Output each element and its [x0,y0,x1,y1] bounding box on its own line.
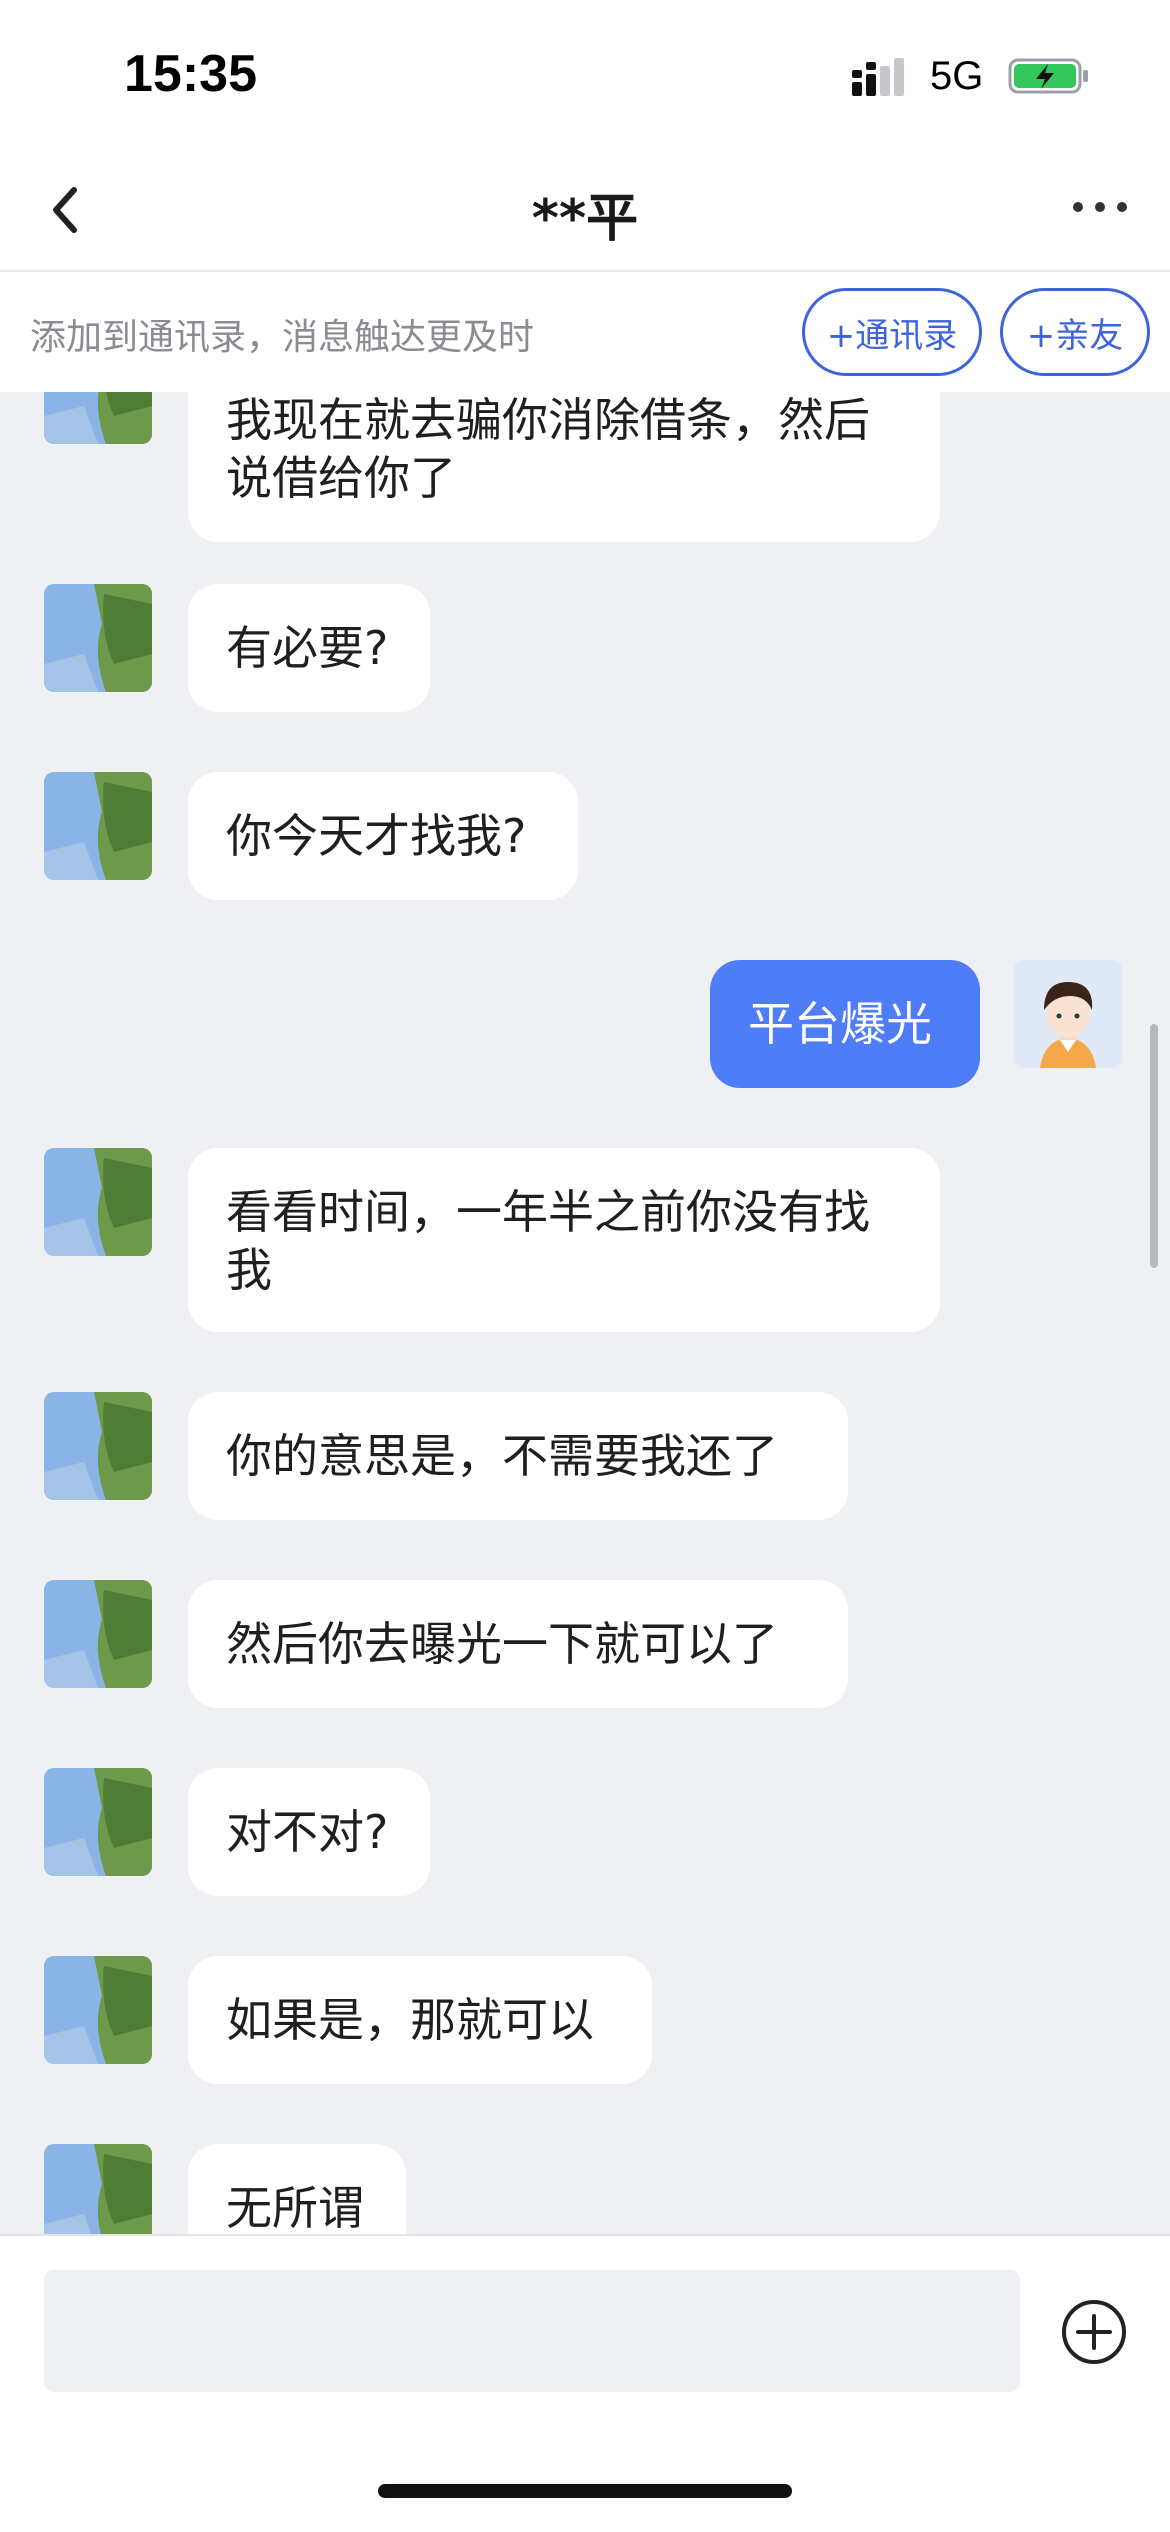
status-bar: 15:35 5G [0,0,1170,150]
plus-circle-icon[interactable] [1060,2298,1128,2366]
add-family-button[interactable]: +亲友 [1000,288,1150,376]
battery-charging-icon [1008,58,1088,94]
message-bubble[interactable]: 看看时间，一年半之前你没有找我 [188,1148,940,1332]
contact-avatar[interactable] [44,2144,152,2234]
message-list[interactable]: 我现在就去骗你消除借条，然后说借给你了 有必要? 你今天才找我? 平台爆光 看看… [0,392,1170,2234]
message-input[interactable] [44,2270,1020,2392]
message-bubble[interactable]: 有必要? [188,584,430,712]
network-label: 5G [930,54,984,98]
home-indicator[interactable] [378,2484,792,2498]
user-avatar[interactable] [1014,960,1122,1068]
message-bubble[interactable]: 如果是，那就可以 [188,1956,652,2084]
message-bubble[interactable]: 无所谓 [188,2144,406,2234]
banner-text: 添加到通讯录，消息触达更及时 [30,317,535,358]
message-bubble[interactable]: 对不对? [188,1768,430,1896]
status-time: 15:35 [124,45,257,103]
contact-avatar[interactable] [44,772,152,880]
message-bubble[interactable]: 然后你去曝光一下就可以了 [188,1580,848,1708]
contact-avatar[interactable] [44,392,152,444]
contact-avatar[interactable] [44,584,152,692]
message-bubble[interactable]: 平台爆光 [710,960,980,1088]
contact-avatar[interactable] [44,1148,152,1256]
signal-icon [852,58,904,96]
message-bubble[interactable]: 我现在就去骗你消除借条，然后说借给你了 [188,392,940,542]
scrollbar[interactable] [1150,1024,1158,1268]
add-contact-banner: 添加到通讯录，消息触达更及时 +通讯录 +亲友 [0,272,1170,392]
add-to-contacts-button[interactable]: +通讯录 [802,288,982,376]
chat-title: **平 [531,189,639,249]
message-bubble[interactable]: 你的意思是，不需要我还了 [188,1392,848,1520]
contact-avatar[interactable] [44,1768,152,1876]
contact-avatar[interactable] [44,1580,152,1688]
contact-avatar[interactable] [44,1392,152,1500]
chat-header: **平 [0,150,1170,272]
chat-screen: 15:35 5G **平 添加到通讯录，消息触达更及时 +通讯录 +亲友 我现在… [0,0,1170,2532]
message-bubble[interactable]: 你今天才找我? [188,772,578,900]
more-horizontal-icon[interactable] [1070,192,1130,222]
contact-avatar[interactable] [44,1956,152,2064]
